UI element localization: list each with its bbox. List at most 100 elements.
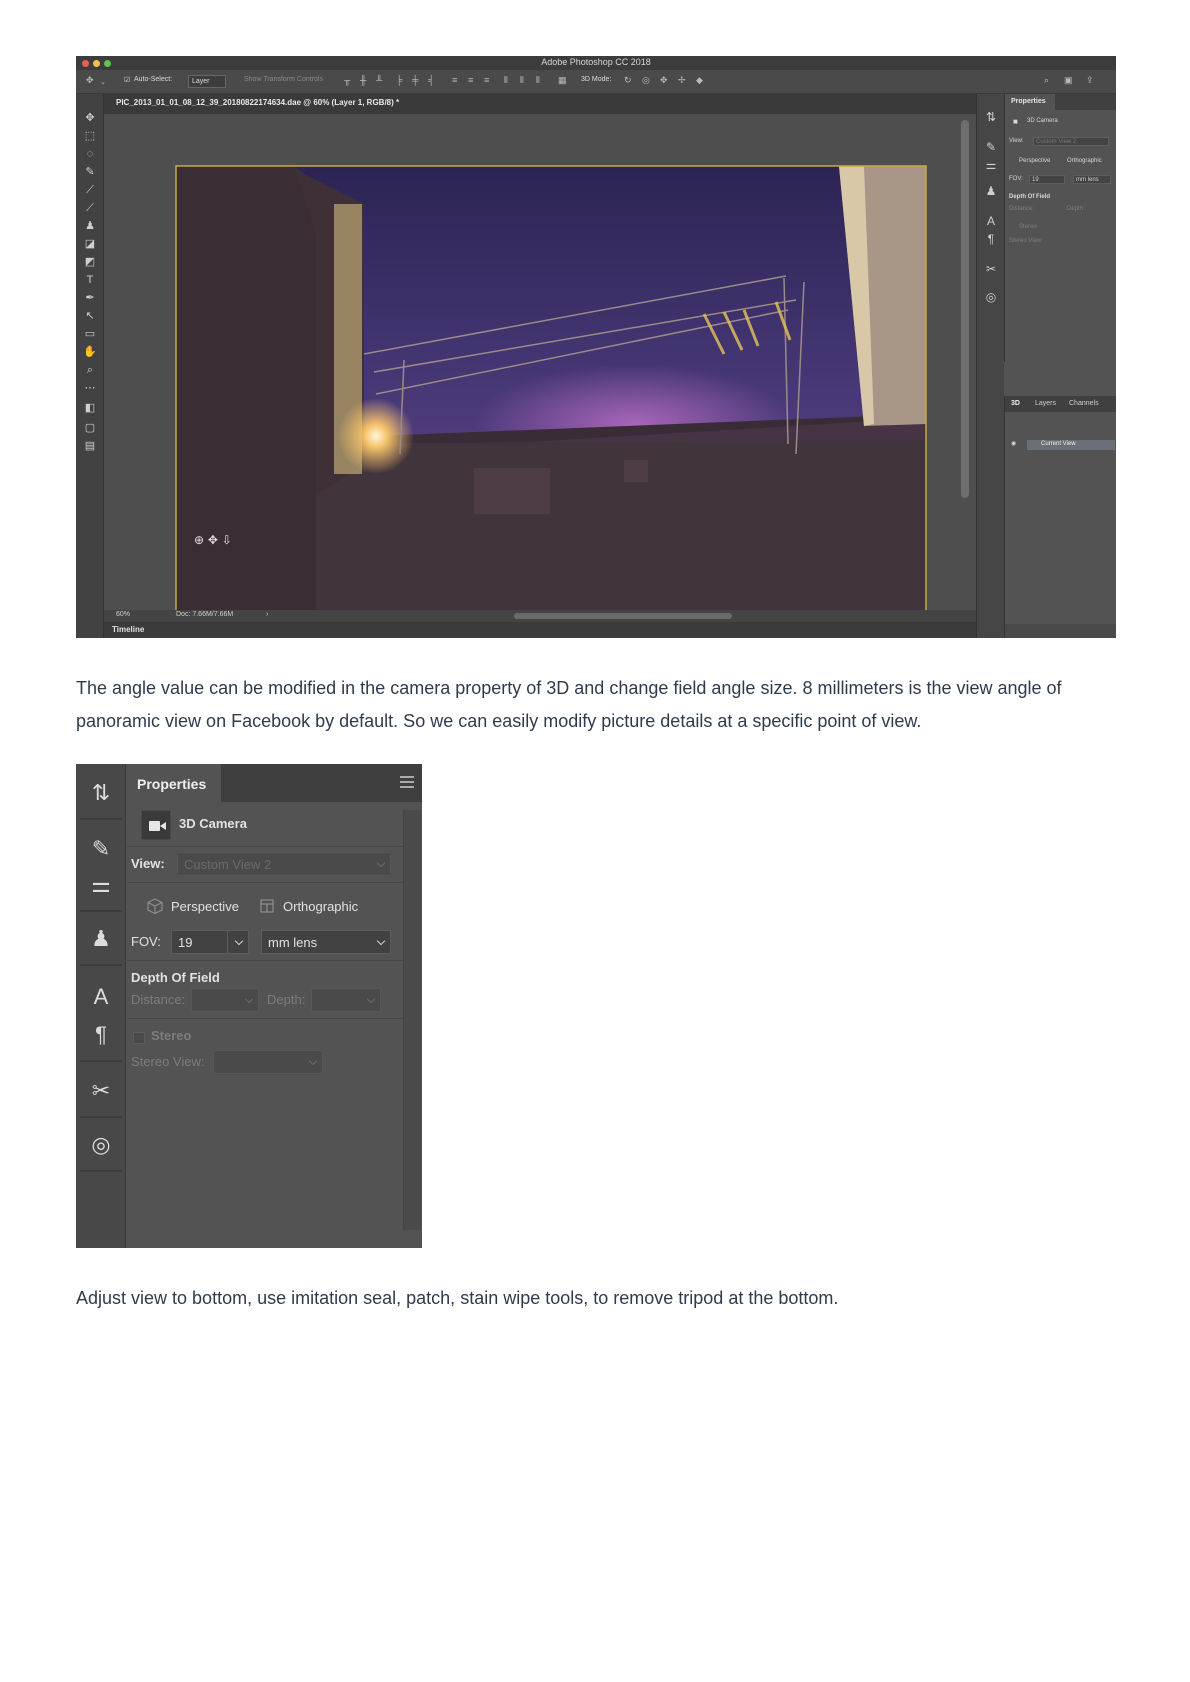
- align-top-icon[interactable]: ╥: [344, 75, 350, 85]
- document-tab-label: PIC_2013_01_01_08_12_39_20180822174634.d…: [116, 98, 400, 107]
- path-select-tool-icon[interactable]: ↖: [82, 308, 98, 324]
- lens-dropdown[interactable]: mm lens: [261, 930, 391, 954]
- workspace-icon[interactable]: ▣: [1064, 75, 1073, 86]
- slide-3d-icon[interactable]: ✢: [678, 75, 686, 86]
- distance-input[interactable]: [191, 988, 259, 1012]
- more-tools-icon[interactable]: ⋯: [82, 380, 98, 396]
- stereo-view-dropdown[interactable]: [213, 1050, 323, 1074]
- zoom-tool-icon[interactable]: ⌕: [82, 362, 98, 378]
- perspective-option[interactable]: Perspective: [1019, 158, 1050, 164]
- pen-tool-icon[interactable]: ✒: [82, 290, 98, 306]
- marquee-tool-icon[interactable]: ⬚: [82, 128, 98, 144]
- clone-source-icon[interactable]: ♟: [983, 184, 999, 198]
- perspective-cube-icon[interactable]: [147, 898, 163, 914]
- stamp-tool-icon[interactable]: ♟: [82, 218, 98, 234]
- stereo-checkbox[interactable]: [133, 1032, 145, 1044]
- show-transform-controls[interactable]: Show Transform Controls: [244, 76, 323, 83]
- chevron-down-icon[interactable]: ⌄: [100, 78, 106, 86]
- orbit-3d-icon[interactable]: ↻: [624, 75, 632, 86]
- lens-dropdown[interactable]: mm lens: [1073, 175, 1111, 184]
- creative-cloud-icon[interactable]: ◎: [983, 290, 999, 304]
- history-icon[interactable]: ⇅: [86, 778, 116, 808]
- move-tool-icon[interactable]: ✥: [86, 75, 94, 86]
- distribute-right-icon[interactable]: ⫴: [536, 75, 540, 86]
- auto-align-icon[interactable]: ▦: [558, 75, 567, 86]
- brush-settings-icon[interactable]: ✎: [983, 140, 999, 154]
- distribute-bottom-icon[interactable]: ≡: [484, 75, 489, 85]
- character-icon[interactable]: A: [983, 214, 999, 228]
- stereo-view-label: Stereo View:: [131, 1054, 205, 1069]
- zoom-level[interactable]: 60%: [116, 611, 130, 618]
- lasso-tool-icon[interactable]: ◌: [82, 146, 98, 162]
- history-icon[interactable]: ⇅: [983, 110, 999, 124]
- align-bottom-icon[interactable]: ╨: [376, 75, 382, 85]
- type-tool-icon[interactable]: T: [82, 272, 98, 288]
- eyedropper-tool-icon[interactable]: ⟋: [82, 182, 98, 198]
- status-menu-arrow[interactable]: ›: [266, 611, 268, 618]
- align-right-icon[interactable]: ╡: [428, 75, 434, 85]
- move-tool-icon[interactable]: ✥: [82, 110, 98, 126]
- properties-tab[interactable]: Properties: [127, 764, 221, 802]
- brush-settings-icon[interactable]: ✎: [86, 834, 116, 864]
- tools-icon[interactable]: ✂: [983, 262, 999, 276]
- brush-tool-icon[interactable]: ⟋: [82, 200, 98, 216]
- chevron-down-icon[interactable]: [234, 936, 244, 946]
- fov-input[interactable]: 19: [1029, 175, 1065, 184]
- character-icon[interactable]: A: [86, 982, 116, 1012]
- rectangle-tool-icon[interactable]: ▭: [82, 326, 98, 342]
- view-dropdown[interactable]: Custom View 2: [1033, 137, 1109, 146]
- tab-3d[interactable]: 3D: [1011, 400, 1020, 407]
- document-tab[interactable]: PIC_2013_01_01_08_12_39_20180822174634.d…: [104, 94, 1004, 114]
- tab-channels[interactable]: Channels: [1069, 400, 1099, 407]
- drag-3d-icon[interactable]: ✥: [660, 75, 668, 86]
- adjustments-icon[interactable]: ⚌: [86, 870, 116, 900]
- canvas-area[interactable]: ⊕ ✥ ⇩: [104, 114, 976, 622]
- scale-3d-icon[interactable]: ◆: [696, 75, 703, 86]
- stereo-checkbox[interactable]: Stereo: [1019, 224, 1037, 230]
- distribute-left-icon[interactable]: ⫴: [504, 75, 508, 86]
- distribute-center-icon[interactable]: ⫴: [520, 75, 524, 86]
- fov-input[interactable]: 19: [171, 930, 249, 954]
- timeline-panel[interactable]: Timeline: [104, 622, 976, 638]
- paragraph-icon[interactable]: ¶: [86, 1020, 116, 1050]
- paragraph-icon[interactable]: ¶: [983, 232, 999, 246]
- visibility-eye-icon[interactable]: ◉: [1011, 440, 1016, 447]
- tools-icon[interactable]: ✂: [86, 1076, 116, 1106]
- perspective-option[interactable]: Perspective: [171, 899, 239, 914]
- adjustments-icon[interactable]: ⚌: [983, 158, 999, 172]
- tab-layers[interactable]: Layers: [1035, 400, 1056, 407]
- chevron-down-icon: [376, 936, 386, 946]
- distribute-middle-icon[interactable]: ≡: [468, 75, 473, 85]
- auto-select-checkbox[interactable]: ☑: [124, 76, 130, 84]
- orthographic-option[interactable]: Orthographic: [283, 899, 358, 914]
- quick-select-tool-icon[interactable]: ✎: [82, 164, 98, 180]
- align-middle-icon[interactable]: ╫: [360, 75, 366, 85]
- search-icon[interactable]: ⌕: [1044, 75, 1049, 86]
- share-icon[interactable]: ⇪: [1086, 75, 1094, 86]
- align-center-icon[interactable]: ╪: [412, 75, 418, 85]
- properties-tab[interactable]: Properties: [1005, 94, 1055, 110]
- depth-input[interactable]: [311, 988, 381, 1012]
- screen-mode-icon[interactable]: ▤: [82, 438, 98, 454]
- clone-source-icon[interactable]: ♟: [86, 924, 116, 954]
- panel-scrollbar[interactable]: [403, 810, 421, 1230]
- paint-bucket-tool-icon[interactable]: ◩: [82, 254, 98, 270]
- eraser-tool-icon[interactable]: ◪: [82, 236, 98, 252]
- quick-mask-icon[interactable]: ▢: [82, 420, 98, 436]
- color-swatches-icon[interactable]: ◧: [82, 400, 98, 416]
- hand-tool-icon[interactable]: ✋: [82, 344, 98, 360]
- strip-divider: [80, 818, 122, 820]
- panel-menu-icon[interactable]: [400, 776, 414, 788]
- auto-select-dropdown[interactable]: Layer: [188, 75, 226, 88]
- orthographic-cube-icon[interactable]: [259, 898, 275, 914]
- align-left-icon[interactable]: ╞: [396, 75, 402, 85]
- roll-3d-icon[interactable]: ◎: [642, 75, 650, 86]
- horizontal-scrollbar[interactable]: [514, 613, 732, 619]
- orthographic-option[interactable]: Orthographic: [1067, 158, 1102, 164]
- distribute-top-icon[interactable]: ≡: [452, 75, 457, 85]
- properties-header: Properties: [1005, 94, 1116, 110]
- view-dropdown[interactable]: Custom View 2: [177, 852, 391, 876]
- layer-current-view[interactable]: Current View: [1027, 440, 1115, 450]
- creative-cloud-icon[interactable]: ◎: [86, 1130, 116, 1160]
- vertical-scrollbar[interactable]: [961, 120, 969, 498]
